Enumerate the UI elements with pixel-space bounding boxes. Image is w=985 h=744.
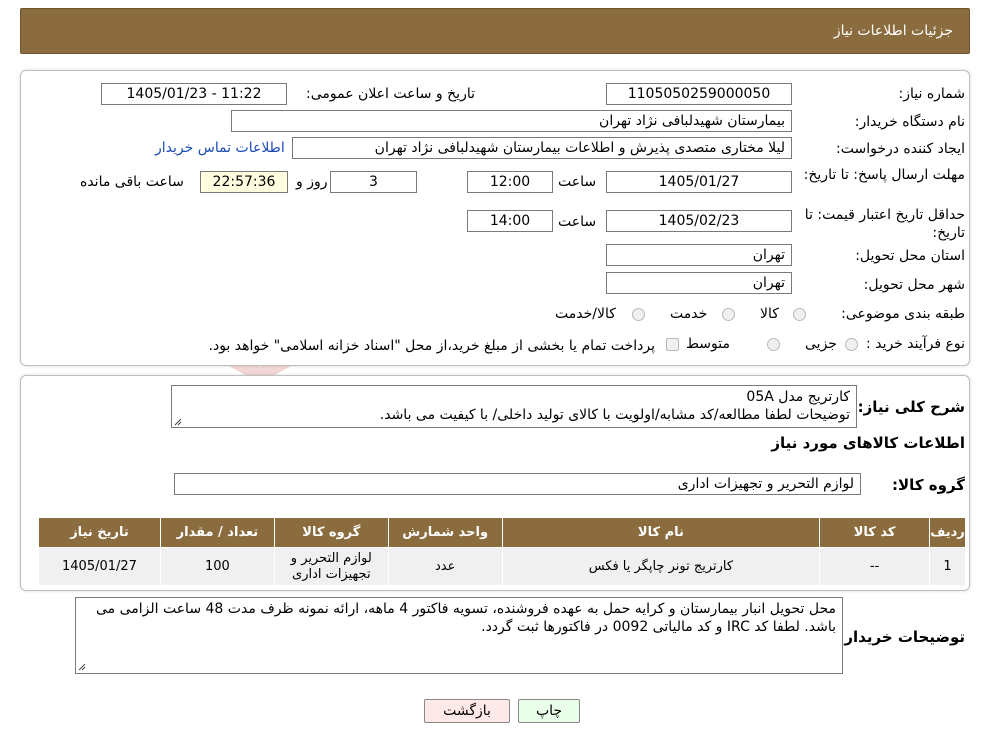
purchase-radio-minor[interactable]: [845, 338, 858, 351]
announce-datetime-field: 1405/01/23 - 11:22: [101, 83, 287, 105]
category-option-goods: کالا: [760, 306, 779, 322]
print-button[interactable]: چاپ: [518, 699, 580, 723]
purchase-option-minor: جزیی: [805, 336, 837, 352]
cell-name: کارتریج تونر چاپگر یا فکس: [501, 547, 821, 586]
purchase-option-medium: متوسط: [686, 336, 730, 352]
goods-group-label: گروه کالا:: [892, 476, 965, 494]
goods-info-title: اطلاعات کالاهای مورد نیاز: [771, 434, 965, 452]
col-unit: واحد شمارش: [387, 517, 503, 548]
remaining-time-field: 22:57:36: [200, 171, 288, 193]
remaining-label: ساعت باقی مانده: [80, 174, 184, 190]
col-quantity: تعداد / مقدار: [159, 517, 275, 548]
validity-time-field: 14:00: [467, 210, 553, 232]
category-radio-goods[interactable]: [793, 308, 806, 321]
city-field: تهران: [606, 272, 792, 294]
col-date: تاریخ نیاز: [38, 517, 161, 548]
buyer-notes-textarea[interactable]: محل تحویل انبار بیمارستان و کرایه حمل به…: [75, 597, 843, 674]
province-label: استان محل تحویل:: [855, 248, 965, 264]
need-number-field: 1105050259000050: [606, 83, 792, 105]
deadline-label: مهلت ارسال پاسخ: تا تاریخ:: [803, 167, 965, 183]
buyer-contact-link[interactable]: اطلاعات تماس خریدار: [155, 140, 285, 156]
requester-label: ایجاد کننده درخواست:: [836, 141, 965, 157]
deadline-date-field: 1405/01/27: [606, 171, 792, 193]
notes-resize-grip-icon[interactable]: [78, 663, 86, 671]
col-group: گروه کالا: [273, 517, 389, 548]
requester-field: لیلا مختاری متصدی پذیرش و اطلاعات بیمارس…: [292, 137, 792, 159]
goods-table-header: ردیف کد کالا نام کالا واحد شمارش گروه کا…: [38, 517, 966, 548]
category-option-service: خدمت: [670, 306, 708, 322]
purchase-checkbox-treasury[interactable]: [666, 338, 679, 351]
cell-quantity: 100: [159, 547, 275, 586]
purchase-radio-medium[interactable]: [767, 338, 780, 351]
resize-grip-icon[interactable]: [174, 418, 182, 426]
buyer-org-label: نام دستگاه خریدار:: [854, 114, 965, 130]
province-field: تهران: [606, 244, 792, 266]
general-desc-line2: توضیحات لطفا مطالعه/کد مشابه/اولویت با ک…: [379, 407, 850, 423]
goods-table: ردیف کد کالا نام کالا واحد شمارش گروه کا…: [38, 517, 966, 586]
category-radio-service[interactable]: [722, 308, 735, 321]
goods-group-field: لوازم التحریر و تجهیزات اداری: [174, 473, 861, 495]
deadline-hour-label: ساعت: [558, 174, 597, 190]
purchase-type-label: نوع فرآیند خرید :: [866, 336, 965, 352]
page-header: جزئیات اطلاعات نیاز: [20, 8, 970, 54]
buyer-notes-label: توضیحات خریدار:: [838, 628, 965, 646]
page-title: جزئیات اطلاعات نیاز: [833, 23, 953, 39]
general-desc-label: شرح کلی نیاز:: [857, 398, 965, 416]
category-label: طبقه بندی موضوعی:: [841, 306, 965, 322]
cell-group: لوازم التحریر و تجهیزات اداری: [273, 547, 389, 586]
day-and-label: روز و: [296, 174, 328, 190]
col-code: کد کالا: [819, 517, 931, 548]
cell-unit: عدد: [387, 547, 503, 586]
min-validity-label: حداقل تاریخ اعتبار قیمت: تا تاریخ:: [804, 207, 965, 241]
category-radio-goods-service[interactable]: [632, 308, 645, 321]
general-desc-textarea[interactable]: کارتریج مدل 05A توضیحات لطفا مطالعه/کد م…: [171, 385, 857, 428]
city-label: شهر محل تحویل:: [863, 277, 965, 293]
need-number-label: شماره نیاز:: [898, 86, 966, 102]
table-row: 1 -- کارتریج تونر چاپگر یا فکس عدد لوازم…: [38, 547, 966, 586]
category-option-goods-service: کالا/خدمت: [555, 306, 616, 322]
cell-code: --: [819, 547, 931, 586]
col-name: نام کالا: [501, 517, 821, 548]
announce-datetime-label: تاریخ و ساعت اعلان عمومی:: [306, 86, 475, 102]
cell-date: 1405/01/27: [38, 547, 161, 586]
deadline-time-field: 12:00: [467, 171, 553, 193]
col-row: ردیف: [929, 517, 966, 548]
cell-row: 1: [929, 547, 966, 586]
purchase-treasury-note: پرداخت تمام یا بخشی از مبلغ خرید،از محل …: [208, 338, 655, 354]
validity-hour-label: ساعت: [558, 214, 597, 230]
days-field: 3: [330, 171, 417, 193]
validity-date-field: 1405/02/23: [606, 210, 792, 232]
buyer-org-field: بیمارستان شهیدلبافی نژاد تهران: [231, 110, 792, 132]
back-button[interactable]: بازگشت: [424, 699, 510, 723]
general-desc-line1: کارتریج مدل 05A: [746, 389, 850, 405]
